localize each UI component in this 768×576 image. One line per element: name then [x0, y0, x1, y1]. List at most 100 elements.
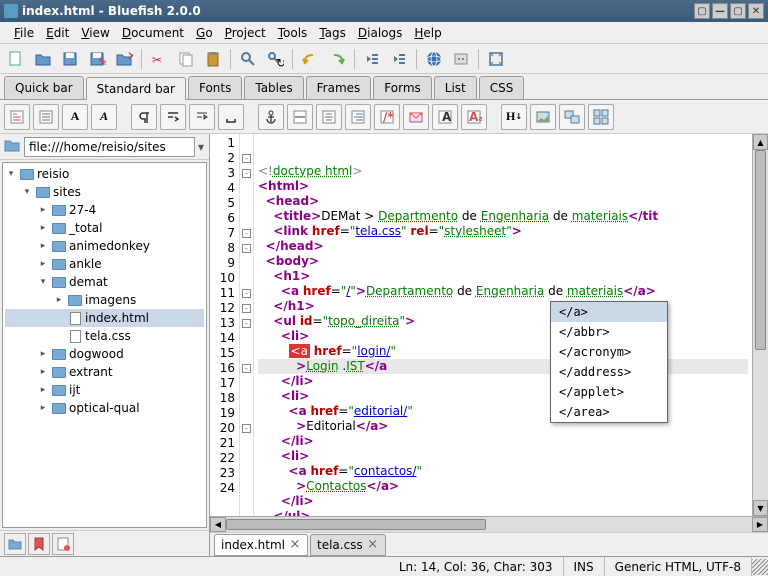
minimize-button[interactable]: —: [712, 3, 728, 19]
autocomplete-popup[interactable]: </a></abbr></acronym></address></applet>…: [550, 301, 668, 423]
image-button[interactable]: [530, 104, 556, 130]
save-as-button[interactable]: ✎: [85, 47, 109, 71]
close-tab-icon[interactable]: ×: [367, 539, 379, 551]
snippets-tab-button[interactable]: [52, 533, 74, 555]
undo-button[interactable]: [298, 47, 322, 71]
autocomplete-item[interactable]: </abbr>: [551, 322, 667, 342]
tree-folder[interactable]: ▸dogwood: [5, 345, 204, 363]
hrule-button[interactable]: [287, 104, 313, 130]
toolbar-tab-tables[interactable]: Tables: [244, 76, 303, 99]
bookmarks-tab-button[interactable]: [28, 533, 50, 555]
scroll-right-button[interactable]: ▶: [752, 517, 768, 532]
scroll-thumb[interactable]: [755, 150, 766, 350]
email-button[interactable]: [403, 104, 429, 130]
rollup-button[interactable]: ▢: [694, 3, 710, 19]
tree-folder[interactable]: ▸imagens: [5, 291, 204, 309]
comment-button[interactable]: /*: [374, 104, 400, 130]
autocomplete-item[interactable]: </area>: [551, 402, 667, 422]
close-button[interactable]: ✕: [748, 3, 764, 19]
rightalign-button[interactable]: [345, 104, 371, 130]
center-button[interactable]: [316, 104, 342, 130]
file-tab[interactable]: index.html×: [214, 534, 308, 556]
toolbar-tab-frames[interactable]: Frames: [306, 76, 372, 99]
tree-folder[interactable]: ▸ijt: [5, 381, 204, 399]
fold-gutter[interactable]: ---------: [240, 134, 254, 516]
autocomplete-item[interactable]: </acronym>: [551, 342, 667, 362]
file-tab[interactable]: tela.css×: [310, 534, 386, 556]
filebrowser-tab-button[interactable]: [4, 533, 26, 555]
cut-button[interactable]: ✂: [147, 47, 171, 71]
toolbar-tab-fonts[interactable]: Fonts: [188, 76, 242, 99]
basefont-button[interactable]: Aₐ: [461, 104, 487, 130]
scroll-thumb[interactable]: [226, 519, 486, 530]
tree-folder[interactable]: ▸optical-qual: [5, 399, 204, 417]
tree-folder[interactable]: ▸_total: [5, 219, 204, 237]
paragraph-button[interactable]: [131, 104, 157, 130]
toolbar-tab-list[interactable]: List: [434, 76, 477, 99]
toolbar-tab-css[interactable]: CSS: [479, 76, 525, 99]
scroll-left-button[interactable]: ◀: [210, 517, 226, 532]
menu-document[interactable]: Document: [116, 24, 190, 42]
quickstart-button[interactable]: [4, 104, 30, 130]
redo-button[interactable]: [325, 47, 349, 71]
insert-mode[interactable]: INS: [564, 557, 605, 576]
anchor-button[interactable]: [258, 104, 284, 130]
menu-edit[interactable]: Edit: [40, 24, 75, 42]
tree-folder[interactable]: ▾sites: [5, 183, 204, 201]
resize-grip[interactable]: [752, 559, 768, 575]
tree-folder[interactable]: ▾demat: [5, 273, 204, 291]
paste-button[interactable]: [201, 47, 225, 71]
heading-button[interactable]: H↓: [501, 104, 527, 130]
body-button[interactable]: [33, 104, 59, 130]
copy-button[interactable]: [174, 47, 198, 71]
file-mode[interactable]: Generic HTML, UTF-8: [605, 557, 752, 576]
tree-folder[interactable]: ▸extrant: [5, 363, 204, 381]
preferences-button[interactable]: [449, 47, 473, 71]
toolbar-tab-quick-bar[interactable]: Quick bar: [4, 76, 84, 99]
font-button[interactable]: A: [432, 104, 458, 130]
autocomplete-item[interactable]: </a>: [551, 302, 667, 322]
tree-folder[interactable]: ▸animedonkey: [5, 237, 204, 255]
code-editor[interactable]: <!doctype html><html> <head> <title>DEMa…: [254, 134, 752, 516]
menu-view[interactable]: View: [75, 24, 115, 42]
breakclear-button[interactable]: [189, 104, 215, 130]
vertical-scrollbar[interactable]: ▲ ▼: [752, 134, 768, 516]
tree-file[interactable]: index.html: [5, 309, 204, 327]
menu-dialogs[interactable]: Dialogs: [352, 24, 408, 42]
scroll-up-button[interactable]: ▲: [753, 134, 768, 150]
path-input[interactable]: [24, 137, 195, 157]
dropdown-icon[interactable]: ▾: [195, 140, 207, 154]
autocomplete-item[interactable]: </address>: [551, 362, 667, 382]
close-tab-icon[interactable]: ×: [289, 539, 301, 551]
browser-preview-button[interactable]: [422, 47, 446, 71]
nbsp-button[interactable]: [218, 104, 244, 130]
close-file-button[interactable]: ✕: [112, 47, 136, 71]
bold-button[interactable]: A: [62, 104, 88, 130]
open-file-button[interactable]: [31, 47, 55, 71]
horizontal-scrollbar[interactable]: ◀ ▶: [210, 516, 768, 532]
new-file-button[interactable]: [4, 47, 28, 71]
save-button[interactable]: [58, 47, 82, 71]
menu-tags[interactable]: Tags: [313, 24, 352, 42]
autocomplete-item[interactable]: </applet>: [551, 382, 667, 402]
menu-help[interactable]: Help: [408, 24, 447, 42]
break-button[interactable]: [160, 104, 186, 130]
unindent-button[interactable]: [360, 47, 384, 71]
menu-project[interactable]: Project: [219, 24, 272, 42]
maximize-button[interactable]: ▢: [730, 3, 746, 19]
toolbar-tab-standard-bar[interactable]: Standard bar: [86, 77, 186, 100]
tree-file[interactable]: tela.css: [5, 327, 204, 345]
file-tree[interactable]: ▾reisio▾sites▸27-4▸_total▸animedonkey▸an…: [2, 162, 207, 528]
menu-go[interactable]: Go: [190, 24, 219, 42]
toolbar-tab-forms[interactable]: Forms: [373, 76, 431, 99]
multithumbnail-button[interactable]: [588, 104, 614, 130]
menu-file[interactable]: File: [8, 24, 40, 42]
find-button[interactable]: [236, 47, 260, 71]
tree-folder[interactable]: ▸ankle: [5, 255, 204, 273]
scroll-down-button[interactable]: ▼: [753, 500, 768, 516]
thumbnail-button[interactable]: [559, 104, 585, 130]
italic-button[interactable]: A: [91, 104, 117, 130]
menu-tools[interactable]: Tools: [272, 24, 314, 42]
indent-button[interactable]: [387, 47, 411, 71]
tree-folder[interactable]: ▾reisio: [5, 165, 204, 183]
